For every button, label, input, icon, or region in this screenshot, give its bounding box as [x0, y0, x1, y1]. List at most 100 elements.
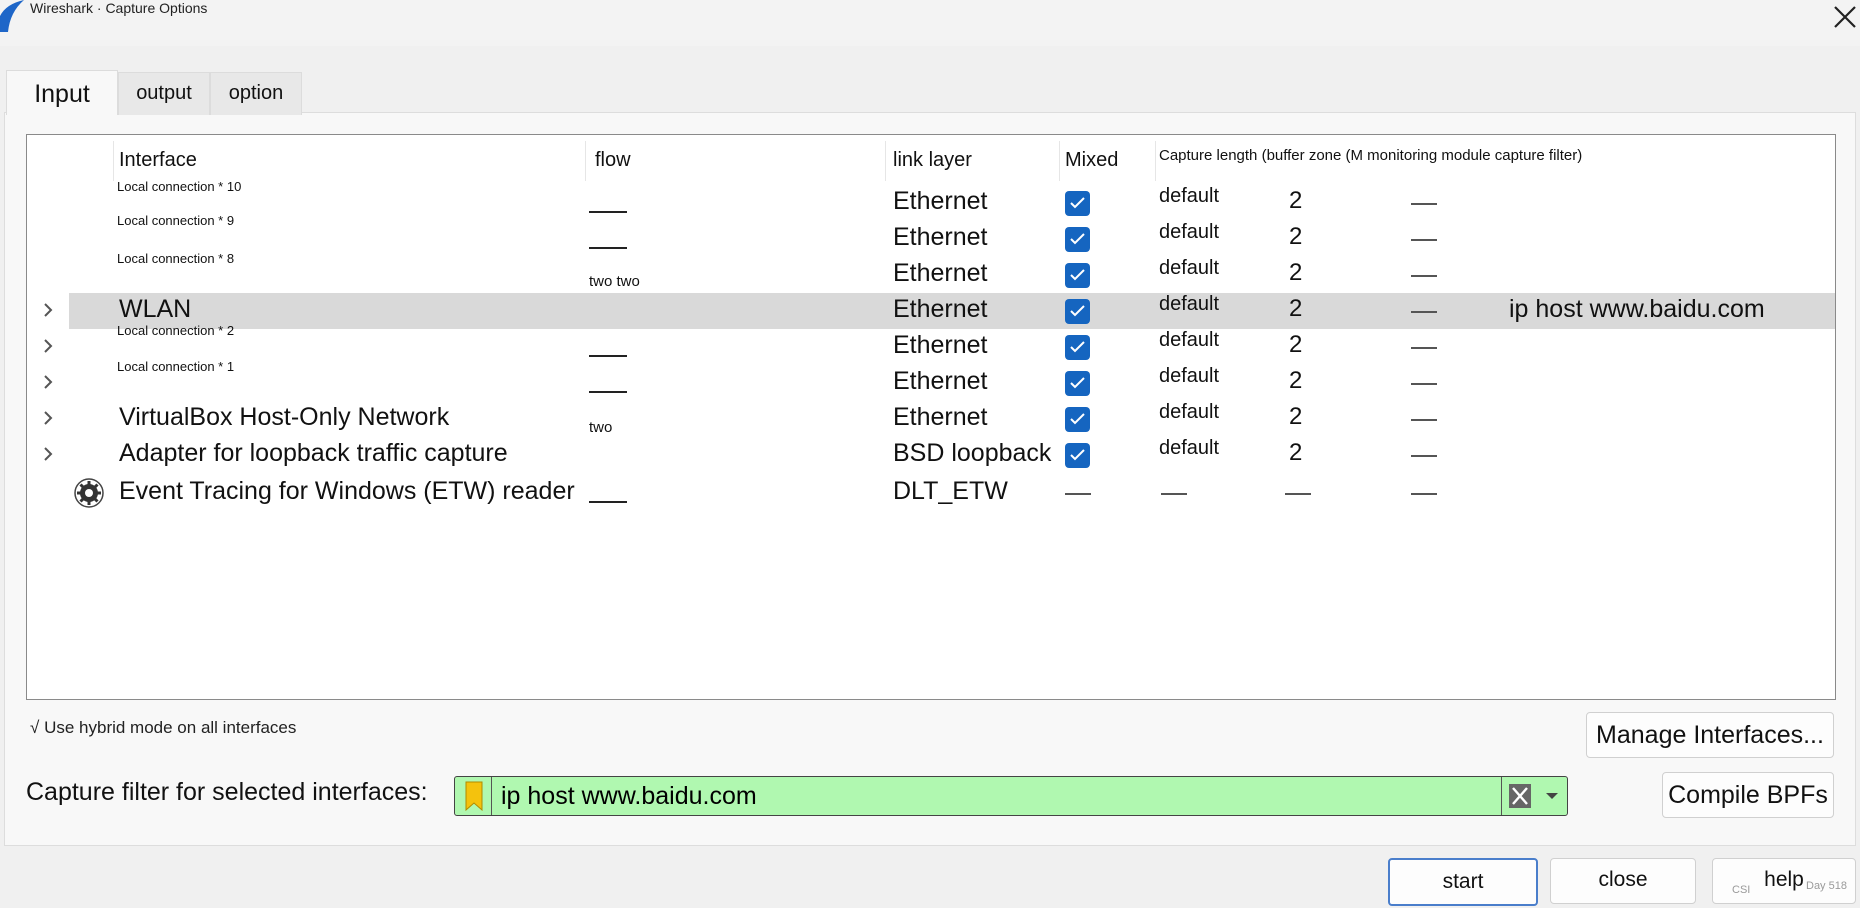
link-layer: Ethernet: [893, 331, 988, 359]
buffer-size-dash: [1285, 493, 1311, 495]
mixed-checkbox[interactable]: [1065, 263, 1090, 288]
start-button[interactable]: start: [1388, 858, 1538, 906]
footer-left-text: CSI: [1732, 884, 1751, 896]
flow-sparkline: [589, 391, 627, 393]
capture-length: default: [1159, 329, 1220, 351]
column-header-flow[interactable]: flow: [595, 143, 631, 177]
chevron-right-icon[interactable]: [41, 411, 55, 425]
flow-value: two: [589, 419, 613, 436]
buffer-size: 2: [1289, 367, 1303, 394]
mixed-checkbox[interactable]: [1065, 227, 1090, 252]
clear-icon: [1509, 784, 1531, 808]
buffer-size: 2: [1289, 223, 1303, 250]
column-header-capture-length[interactable]: Capture length (buffer zone (M monitorin…: [1159, 139, 1582, 173]
hybrid-mode-check[interactable]: √: [30, 718, 39, 737]
mixed-checkbox[interactable]: [1065, 191, 1090, 216]
manage-interfaces-button[interactable]: Manage Interfaces...: [1586, 712, 1834, 758]
interface-name: WLAN: [119, 295, 192, 323]
monitor-mode-dash: [1411, 203, 1437, 205]
header-separator: [885, 141, 886, 181]
hybrid-mode-option[interactable]: √ Use hybrid mode on all interfaces: [30, 718, 296, 738]
monitor-mode-dash: [1411, 455, 1437, 457]
table-row[interactable]: Local connection * 10 Ethernet default 2: [27, 179, 1835, 221]
mixed-checkbox[interactable]: [1065, 407, 1090, 432]
link-layer: BSD loopback: [893, 439, 1052, 467]
mixed-checkbox[interactable]: [1065, 443, 1090, 468]
chevron-right-icon[interactable]: [41, 375, 55, 389]
table-row[interactable]: WLAN Ethernet default 2 ip host www.baid…: [27, 293, 1835, 329]
capture-filter-value: ip host www.baidu.com: [1509, 295, 1765, 323]
mixed-checkbox[interactable]: [1065, 371, 1090, 396]
chevron-down-icon: [1546, 793, 1558, 799]
capture-length: default: [1159, 293, 1220, 315]
buffer-size: 2: [1289, 259, 1303, 286]
capture-length: default: [1159, 365, 1220, 387]
interface-name: VirtualBox Host-Only Network: [119, 403, 450, 431]
monitor-mode-dash: [1411, 383, 1437, 385]
buffer-size: 2: [1289, 187, 1303, 214]
hybrid-mode-label: Use hybrid mode on all interfaces: [44, 718, 297, 737]
table-row[interactable]: Local connection * 9 Ethernet default 2: [27, 213, 1835, 257]
table-row[interactable]: Local connection * 1 Ethernet default 2: [27, 359, 1835, 401]
filter-dropdown-button[interactable]: [1537, 777, 1567, 815]
flow-sparkline: [589, 247, 627, 249]
title-bar: Wireshark · Capture Options: [0, 0, 1860, 46]
gear-icon: [74, 478, 104, 508]
chevron-right-icon[interactable]: [41, 303, 55, 317]
tab-input[interactable]: Input: [6, 70, 118, 115]
monitor-mode-dash: [1411, 419, 1437, 421]
bookmark-button[interactable]: [457, 777, 492, 815]
link-layer: Ethernet: [893, 187, 988, 215]
interface-name: Local connection * 10: [117, 179, 242, 194]
interface-table[interactable]: Interface flow link layer Mixed Capture …: [26, 134, 1836, 700]
monitor-mode-dash: [1411, 493, 1437, 495]
wireshark-logo-icon: [0, 0, 24, 32]
table-row[interactable]: Local connection * 2 Ethernet default 2: [27, 323, 1835, 365]
flow-sparkline: [589, 355, 627, 357]
tab-option[interactable]: option: [210, 72, 302, 115]
flow-sparkline: [589, 501, 627, 503]
column-header-link-layer[interactable]: link layer: [893, 143, 972, 177]
flow-value: two two: [589, 273, 640, 290]
capture-filter-input[interactable]: [497, 777, 1505, 815]
column-header-mixed[interactable]: Mixed: [1065, 143, 1118, 177]
window-title: Wireshark · Capture Options: [30, 0, 208, 16]
capture-filter-combobox[interactable]: [454, 776, 1568, 816]
buffer-size: 2: [1289, 331, 1303, 358]
tab-output[interactable]: output: [118, 72, 210, 115]
table-row[interactable]: Event Tracing for Windows (ETW) reader D…: [27, 475, 1835, 511]
compile-bpfs-button[interactable]: Compile BPFs: [1662, 772, 1834, 818]
capture-length: default: [1159, 185, 1220, 207]
column-header-interface[interactable]: Interface: [119, 143, 197, 177]
table-row[interactable]: VirtualBox Host-Only Network two Etherne…: [27, 401, 1835, 437]
mixed-checkbox[interactable]: [1065, 299, 1090, 324]
capture-length: default: [1159, 221, 1220, 243]
monitor-mode-dash: [1411, 239, 1437, 241]
link-layer: Ethernet: [893, 223, 988, 251]
capture-length: default: [1159, 437, 1220, 459]
link-layer: Ethernet: [893, 259, 988, 287]
footer-right-text: Day 518: [1806, 880, 1847, 892]
close-icon[interactable]: [1832, 4, 1858, 30]
clear-filter-button[interactable]: [1501, 777, 1536, 815]
monitor-mode-dash: [1411, 311, 1437, 313]
interface-name: Local connection * 9: [117, 213, 235, 228]
monitor-mode-dash: [1411, 347, 1437, 349]
chevron-right-icon[interactable]: [41, 447, 55, 461]
link-layer: Ethernet: [893, 295, 988, 323]
mixed-checkbox[interactable]: [1065, 335, 1090, 360]
link-layer: Ethernet: [893, 367, 988, 395]
chevron-right-icon[interactable]: [41, 339, 55, 353]
capture-length-dash: [1161, 493, 1187, 495]
buffer-size: 2: [1289, 403, 1303, 430]
close-button[interactable]: close: [1550, 858, 1696, 904]
interface-name: Local connection * 2: [117, 323, 235, 338]
table-row[interactable]: Adapter for loopback traffic capture BSD…: [27, 437, 1835, 473]
mixed-dash: [1065, 493, 1091, 495]
header-separator: [113, 141, 114, 181]
table-row[interactable]: Local connection * 8 two two Ethernet de…: [27, 251, 1835, 293]
capture-filter-label: Capture filter for selected interfaces:: [26, 778, 428, 806]
buffer-size: 2: [1289, 295, 1303, 322]
flow-sparkline: [589, 211, 627, 213]
monitor-mode-dash: [1411, 275, 1437, 277]
